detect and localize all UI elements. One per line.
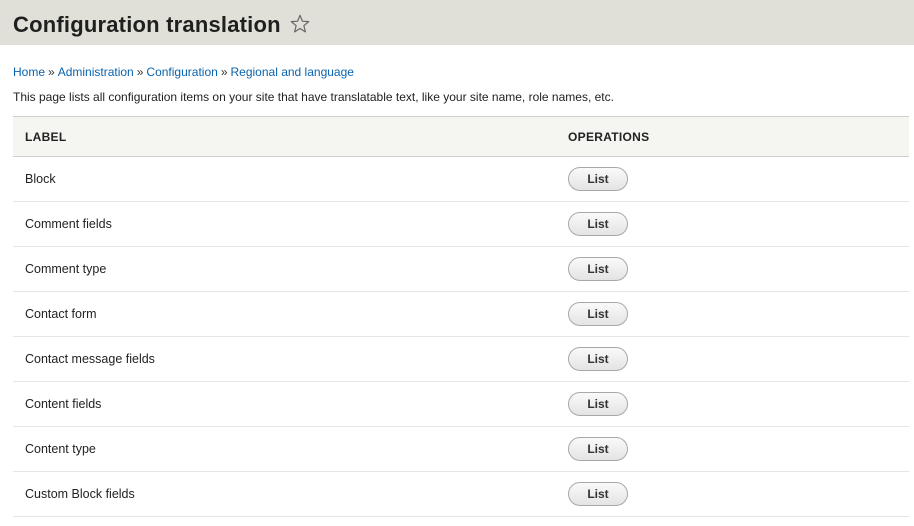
table-row: Block List [13,157,909,202]
list-button[interactable]: List [568,347,628,371]
list-button[interactable]: List [568,167,628,191]
row-label: Comment fields [25,217,112,231]
breadcrumb-configuration[interactable]: Configuration [146,65,217,79]
row-label: Block [25,172,56,186]
breadcrumb: Home» Administration» Configuration» Region… [13,64,354,80]
breadcrumb-separator: » [220,65,228,79]
breadcrumb-regional-and-language[interactable]: Regional and language [231,65,354,79]
list-button[interactable]: List [568,302,628,326]
table-row: Custom Block fields List [13,472,909,517]
row-label: Comment type [25,262,107,276]
star-icon[interactable] [289,13,311,35]
column-header-operations: OPERATIONS [568,130,650,144]
table-row: Content type List [13,427,909,472]
table-row: Comment fields List [13,202,909,247]
table-row: Contact message fields List [13,337,909,382]
list-button[interactable]: List [568,482,628,506]
config-table: LABEL OPERATIONS Block List Comment fiel… [13,116,909,517]
table-header: LABEL OPERATIONS [13,116,909,157]
table-row: Content fields List [13,382,909,427]
list-button[interactable]: List [568,392,628,416]
table-row: Contact form List [13,292,909,337]
breadcrumb-separator: » [136,65,144,79]
list-button[interactable]: List [568,437,628,461]
row-label: Contact message fields [25,352,155,366]
page-title-container: Configuration translation [13,10,311,40]
row-label: Content type [25,442,96,456]
row-label: Contact form [25,307,97,321]
row-label: Custom Block fields [25,487,135,501]
table-row: Comment type List [13,247,909,292]
page-description: This page lists all configuration items … [13,90,614,104]
breadcrumb-separator: » [48,65,55,79]
page-title: Configuration translation [13,12,281,37]
list-button[interactable]: List [568,212,628,236]
list-button[interactable]: List [568,257,628,281]
breadcrumb-home[interactable]: Home [13,65,45,79]
page-header: Configuration translation [0,0,914,45]
row-label: Content fields [25,397,102,411]
breadcrumb-administration[interactable]: Administration [58,65,134,79]
column-header-label: LABEL [25,130,67,144]
